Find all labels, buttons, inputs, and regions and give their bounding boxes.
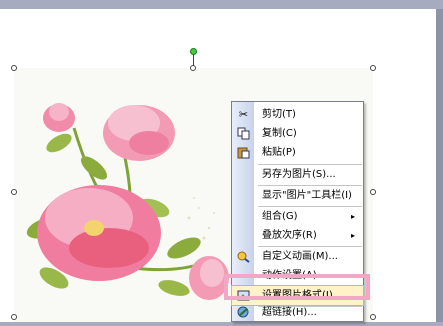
submenu-arrow-icon: ▸ — [350, 231, 355, 240]
paste-icon — [236, 145, 251, 160]
menu-item-custom-animation[interactable]: 自定义动画(M)... — [232, 247, 363, 266]
menu-item-paste[interactable]: 粘贴(P) — [232, 143, 363, 162]
menu-item-group[interactable]: 组合(G) ▸ — [232, 207, 363, 226]
copy-icon — [236, 126, 251, 141]
resize-handle-right[interactable] — [370, 189, 376, 195]
slide-edge — [436, 9, 443, 322]
resize-handle-left[interactable] — [11, 189, 17, 195]
rotate-handle[interactable] — [190, 48, 197, 55]
menu-item-copy[interactable]: 复制(C) — [232, 124, 363, 143]
hyperlink-icon — [236, 305, 251, 320]
scissors-icon: ✂ — [238, 108, 249, 121]
menu-item-show-picture-toolbar[interactable]: 显示"图片"工具栏(I) — [232, 186, 363, 205]
custom-animation-icon — [236, 249, 251, 264]
resize-handle-top-left[interactable] — [11, 65, 17, 71]
submenu-arrow-icon: ▸ — [350, 212, 355, 221]
resize-handle-top-right[interactable] — [370, 65, 376, 71]
menu-item-order[interactable]: 叠放次序(R) ▸ — [232, 226, 363, 245]
resize-handle-bottom-right[interactable] — [370, 314, 376, 320]
menu-item-hyperlink[interactable]: 超链接(H)... — [232, 303, 363, 322]
highlight-annotation-box — [224, 274, 370, 300]
menu-item-cut[interactable]: ✂ 剪切(T) — [232, 105, 363, 124]
menu-item-save-as-picture[interactable]: 另存为图片(S)... — [232, 165, 363, 184]
resize-handle-top[interactable] — [190, 65, 196, 71]
resize-handle-bottom-left[interactable] — [11, 314, 17, 320]
